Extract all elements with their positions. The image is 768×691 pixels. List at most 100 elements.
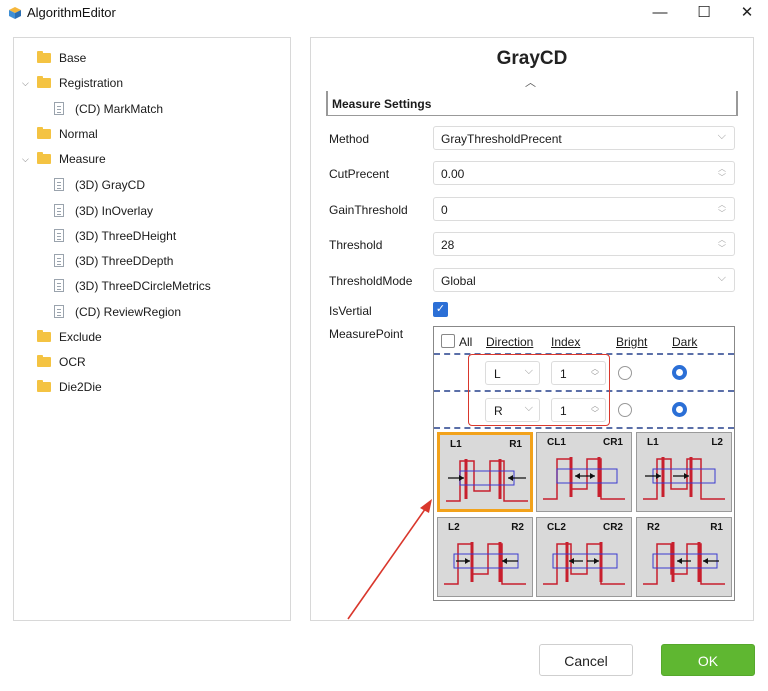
tile-left-label: L1: [450, 439, 462, 450]
close-button[interactable]: ✕: [735, 3, 759, 23]
app-cube-icon: [9, 7, 21, 19]
measure-pattern-tile[interactable]: L1 R1: [437, 432, 533, 512]
bright-radio[interactable]: [618, 366, 632, 380]
bright-radio[interactable]: [618, 403, 632, 417]
tile-right-label: R2: [511, 522, 524, 533]
folder-icon: [37, 51, 51, 63]
tile-left-label: L1: [647, 437, 659, 448]
measure-pattern-tile[interactable]: R2 R1: [636, 517, 732, 597]
thresholdmode-select[interactable]: Global ⌵: [433, 268, 735, 292]
folder-icon: [37, 380, 51, 392]
gainthreshold-input[interactable]: 0 ︿ ﹀: [433, 197, 735, 221]
tree-item-label: (3D) ThreeDCircleMetrics: [75, 279, 211, 293]
dark-radio[interactable]: [672, 365, 687, 380]
spinner-icon[interactable]: ︿ ﹀: [718, 200, 726, 218]
right-to-right-pattern-icon: [643, 542, 725, 585]
folder-icon: [37, 355, 51, 367]
section-header-measure-settings[interactable]: Measure Settings: [326, 91, 738, 116]
tile-left-label: R2: [647, 522, 660, 533]
left-to-left-pattern-icon: [643, 457, 725, 500]
tile-right-label: R1: [509, 439, 522, 450]
algorithm-tree: Base ⌵ Registration (CD) MarkMatch Norma…: [13, 37, 291, 621]
tile-right-label: R1: [710, 522, 723, 533]
maximize-button[interactable]: ☐: [692, 3, 716, 23]
document-icon: [54, 178, 64, 191]
document-icon: [54, 204, 64, 217]
folder-icon: [37, 330, 51, 342]
tree-item-label: Measure: [59, 152, 106, 166]
chevron-down-icon: ⌵: [717, 272, 726, 284]
measure-pattern-tile[interactable]: CL2 CR2: [536, 517, 632, 597]
tile-left-label: CL1: [547, 437, 566, 448]
tree-item-label: (3D) ThreeDHeight: [75, 229, 177, 243]
tree-item-label: (3D) GrayCD: [75, 178, 146, 192]
thresholdmode-label: ThresholdMode: [329, 274, 413, 288]
method-label: Method: [329, 132, 370, 146]
all-label: All: [459, 335, 473, 349]
document-icon: [54, 229, 64, 242]
center-out-pattern-icon: [543, 457, 625, 500]
measure-pattern-tile[interactable]: CL1 CR1: [536, 432, 632, 512]
measure-point-header: All Direction Index Bright Dark: [434, 327, 734, 355]
isvertial-label: IsVertial: [329, 304, 372, 318]
spinner-icon[interactable]: ︿ ﹀: [718, 164, 726, 182]
center-out-pattern-icon: [543, 542, 625, 585]
thresholdmode-value: Global: [441, 274, 476, 288]
cutprecent-input[interactable]: 0.00 ︿ ﹀: [433, 161, 735, 185]
tree-item-label: (CD) ReviewRegion: [75, 305, 182, 319]
ok-button[interactable]: OK: [661, 644, 755, 676]
section-title: Measure Settings: [332, 97, 432, 111]
tree-item-label: Normal: [59, 127, 98, 141]
all-checkbox[interactable]: [441, 334, 455, 348]
tree-item-label: Exclude: [59, 330, 102, 344]
minimize-button[interactable]: —: [648, 3, 672, 23]
chevron-down-icon[interactable]: ⌵: [22, 73, 29, 93]
tile-right-label: CR1: [602, 437, 623, 448]
cutprecent-label: CutPrecent: [329, 167, 390, 181]
method-value: GrayThresholdPrecent: [441, 132, 562, 146]
bright-header: Bright: [616, 335, 648, 349]
chevron-up-icon[interactable]: ︿: [525, 74, 536, 90]
tree-item-label: OCR: [59, 355, 86, 369]
title-bar: AlgorithmEditor — ☐ ✕: [0, 0, 768, 26]
index-header: Index: [551, 335, 581, 349]
folder-icon: [37, 127, 51, 139]
document-icon: [54, 254, 64, 267]
inner-pair-pattern-icon: [444, 542, 526, 585]
tile-left-label: CL2: [547, 522, 566, 533]
properties-panel: GrayCD ︿ Measure Settings Method GrayThr…: [310, 37, 754, 621]
tree-item-label: (3D) InOverlay: [75, 204, 154, 218]
tree-item-label: Base: [59, 51, 87, 65]
window-title: AlgorithmEditor: [27, 5, 116, 20]
method-select[interactable]: GrayThresholdPrecent ⌵: [433, 126, 735, 150]
threshold-label: Threshold: [329, 238, 383, 252]
chevron-down-icon: ⌵: [717, 130, 726, 142]
folder-icon: [37, 76, 51, 88]
dark-radio[interactable]: [672, 402, 687, 417]
tree-item-label: (CD) MarkMatch: [75, 102, 164, 116]
gainthreshold-label: GainThreshold: [329, 203, 408, 217]
gainthreshold-value: 0: [441, 203, 448, 217]
tile-left-label: L2: [448, 522, 460, 533]
measurepoint-label: MeasurePoint: [329, 327, 404, 341]
dark-header: Dark: [672, 335, 698, 349]
chevron-down-icon[interactable]: ⌵: [22, 149, 29, 169]
cancel-button[interactable]: Cancel: [539, 644, 633, 676]
tile-right-label: CR2: [602, 522, 623, 533]
threshold-input[interactable]: 28 ︿ ﹀: [433, 232, 735, 256]
document-icon: [54, 305, 64, 318]
spinner-icon[interactable]: ︿ ﹀: [718, 235, 726, 253]
panel-title: GrayCD: [496, 48, 568, 69]
document-icon: [54, 102, 64, 115]
folder-icon: [37, 152, 51, 164]
measure-pattern-tile[interactable]: L2 R2: [437, 517, 533, 597]
direction-header: Direction: [486, 335, 534, 349]
annotation-highlight-frame: [468, 354, 610, 426]
tile-right-label: L2: [711, 437, 723, 448]
isvertial-checkbox[interactable]: ✓: [433, 302, 448, 317]
tree-item-label: Die2Die: [59, 380, 102, 394]
outside-in-pattern-icon: [446, 459, 528, 502]
tree-item-label: Registration: [59, 76, 124, 90]
measure-pattern-tile[interactable]: L1 L2: [636, 432, 732, 512]
tree-item-label: (3D) ThreeDDepth: [75, 254, 174, 268]
